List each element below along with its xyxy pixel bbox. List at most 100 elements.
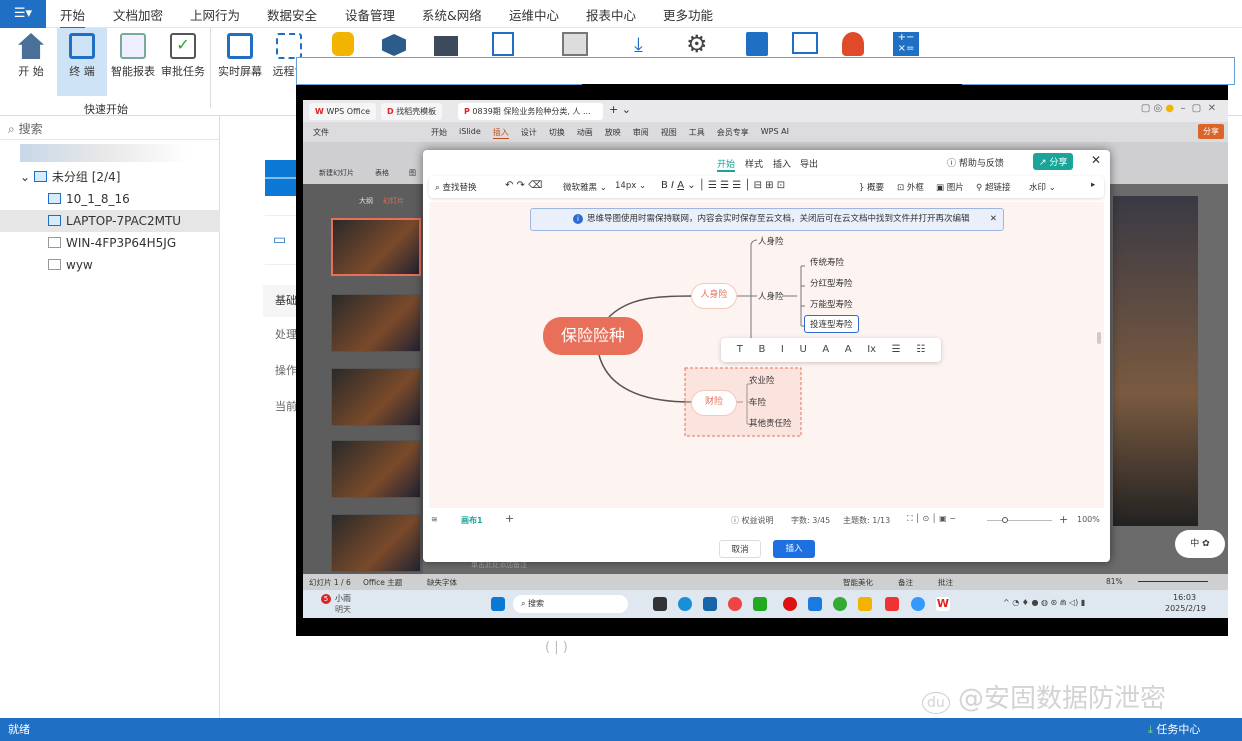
zoom-in-icon[interactable]: +	[1059, 513, 1068, 526]
folder-icon[interactable]	[858, 597, 872, 611]
menu-reports[interactable]: 报表中心	[586, 5, 636, 24]
format-button[interactable]: U	[799, 338, 806, 362]
new-tab-icon[interactable]: + ⌄	[609, 103, 631, 116]
summary-button[interactable]: } 概要	[859, 181, 884, 193]
weather-widget[interactable]: 小雨	[335, 593, 351, 604]
more-arrow-icon[interactable]: ▸	[1091, 180, 1095, 190]
slide-thumbnail[interactable]	[331, 514, 421, 572]
slide-thumbnail[interactable]	[331, 368, 421, 426]
watermark-button[interactable]: 水印 ⌄	[1029, 181, 1056, 193]
book-icon[interactable]	[792, 32, 818, 54]
tab-style[interactable]: 样式	[745, 157, 763, 170]
mindmap-node[interactable]: 人身险	[691, 283, 737, 309]
missing-fonts[interactable]: 缺失字体	[427, 577, 457, 588]
start-icon[interactable]	[491, 597, 505, 611]
wps-share-button[interactable]: 分享	[1198, 124, 1224, 139]
tab-insert[interactable]: 插入	[773, 157, 791, 170]
store-icon[interactable]	[703, 597, 717, 611]
mindmap-node[interactable]: 人身险	[758, 235, 784, 247]
support-icon[interactable]	[842, 32, 864, 56]
mindmap-node[interactable]: 农业险	[749, 374, 775, 386]
menu-internet[interactable]: 上网行为	[190, 5, 240, 24]
mindmap-node[interactable]: 车险	[749, 396, 766, 408]
layers-icon[interactable]: ≋	[431, 515, 438, 524]
smart-beautify[interactable]: 智能美化	[843, 577, 873, 588]
system-tray[interactable]: ^ ◔ ♦ ● ◍ ⊛ ⋒ ◁) ▮	[1003, 598, 1085, 607]
mindmap-node-editing[interactable]: 投连型寿险	[804, 315, 859, 333]
format-button[interactable]: I	[781, 338, 784, 362]
wps-menu-item[interactable]: WPS AI	[761, 127, 789, 139]
wps-tab[interactable]: W WPS Office	[309, 103, 377, 120]
ribbon-terminal-button[interactable]: 终 端	[57, 28, 107, 96]
cancel-button[interactable]: 取消	[719, 540, 761, 558]
tree-device[interactable]: WIN-4FP3P64H5JG	[0, 232, 220, 254]
wps-menu-item[interactable]: 插入	[492, 127, 509, 139]
calculator-icon[interactable]: +− ×=	[893, 32, 919, 56]
table-button[interactable]: 表格	[375, 168, 389, 178]
format-button[interactable]: B	[758, 338, 765, 362]
notice-close-icon[interactable]: ✕	[990, 209, 997, 230]
outline-tab[interactable]: 大纲	[359, 196, 373, 206]
search-input[interactable]: ⌕ 搜索	[0, 116, 220, 140]
menu-system-network[interactable]: 系统&网络	[422, 5, 482, 24]
wps-menu-item[interactable]: 视图	[661, 127, 677, 139]
menu-doc-encrypt[interactable]: 文档加密	[113, 5, 163, 24]
find-replace-button[interactable]: ⌕ 查找替换	[435, 181, 476, 193]
task-center-button[interactable]: ⤓ 任务中心	[1148, 718, 1200, 741]
frame-button[interactable]: ⊡ 外框	[897, 181, 924, 193]
format-button[interactable]: A	[822, 338, 829, 362]
wps-menu-item[interactable]: 动画	[577, 127, 593, 139]
wps-icon[interactable]: W	[936, 597, 950, 611]
canvas-scrollbar[interactable]	[1097, 332, 1101, 344]
tree-device[interactable]: 10_1_8_16	[0, 188, 220, 210]
ribbon-screen-button[interactable]: 实时屏幕	[217, 28, 263, 96]
menu-device[interactable]: 设备管理	[345, 5, 395, 24]
mindmap-node[interactable]: 分红型寿险	[810, 277, 853, 289]
add-canvas-icon[interactable]: +	[505, 512, 514, 525]
mindmap-node[interactable]: 其他责任险	[749, 417, 792, 429]
wps-menu-item[interactable]: 审阅	[633, 127, 649, 139]
format-button[interactable]: ☰	[892, 338, 901, 362]
wps-tab-active[interactable]: P 0839期 保险业务险种分类, 人 ...	[458, 103, 603, 120]
menu-data-security[interactable]: 数据安全	[267, 5, 317, 24]
format-button[interactable]: T	[737, 338, 743, 362]
rights-link[interactable]: ⓘ 权益说明	[731, 515, 774, 526]
zoom-slider[interactable]	[1138, 581, 1208, 582]
format-button[interactable]: ☷	[916, 338, 925, 362]
app-icon[interactable]	[653, 597, 667, 611]
chrome-icon[interactable]	[728, 597, 742, 611]
mindmap-node[interactable]: 万能型寿险	[810, 298, 853, 310]
wps-menu-item[interactable]: iSlide	[459, 127, 481, 139]
ribbon-approval-button[interactable]: ✓ 审批任务	[160, 28, 206, 96]
mindmap-canvas[interactable]: i 思维导图使用时需保持联网，内容会实时保存至云文档，关闭后可在云文档中找到文件并…	[429, 202, 1104, 508]
text-format-icons[interactable]: B I A ⌄ │ ☰ ☰ ☰ │ ⊟ ⊞ ⊡	[661, 180, 785, 191]
ie-icon[interactable]	[911, 597, 925, 611]
undo-redo-icons[interactable]: ↶ ↷ ⌫	[505, 180, 542, 191]
wps-menu-item[interactable]: 切换	[549, 127, 565, 139]
menu-ops[interactable]: 运维中心	[509, 5, 559, 24]
ime-indicator[interactable]: 中 ✿	[1175, 530, 1225, 558]
wps-menu-item[interactable]: 放映	[605, 127, 621, 139]
slides-tab[interactable]: 幻灯片	[383, 196, 404, 206]
slide-thumbnail[interactable]	[331, 218, 421, 276]
wps-menu-item[interactable]: 工具	[689, 127, 705, 139]
taskbar-search[interactable]: ⌕ 搜索	[513, 595, 628, 613]
window-controls[interactable]: ▢ ◎ ● – ▢ ✕	[1141, 103, 1216, 114]
tree-device-selected[interactable]: LAPTOP-7PAC2MTU	[0, 210, 220, 232]
wps-menu-item[interactable]: 会员专享	[717, 127, 749, 139]
slide-thumbnail[interactable]	[331, 294, 421, 352]
mindmap-root-node[interactable]: 保险险种	[543, 317, 643, 355]
tree-device[interactable]: wyw	[0, 254, 220, 276]
wps-menu-item[interactable]: 开始	[431, 127, 447, 139]
mindmap-node[interactable]: 财险	[691, 390, 737, 416]
network-port-icon[interactable]	[562, 32, 588, 56]
gear-icon[interactable]: ⚙	[686, 30, 708, 58]
footer-icons[interactable]: ⛶ │ ⊙ │ ▣ −	[907, 514, 956, 524]
server-icon[interactable]	[434, 36, 458, 56]
document-icon[interactable]	[492, 32, 514, 56]
new-slide-button[interactable]: 新建幻灯片	[319, 168, 354, 178]
font-select[interactable]: 微软雅黑 ⌄	[563, 181, 607, 193]
hyperlink-button[interactable]: ⚲ 超链接	[976, 181, 1010, 193]
wechat-icon[interactable]	[753, 597, 767, 611]
tree-group-ungrouped[interactable]: ⌄ 未分组 [2/4]	[0, 166, 220, 188]
